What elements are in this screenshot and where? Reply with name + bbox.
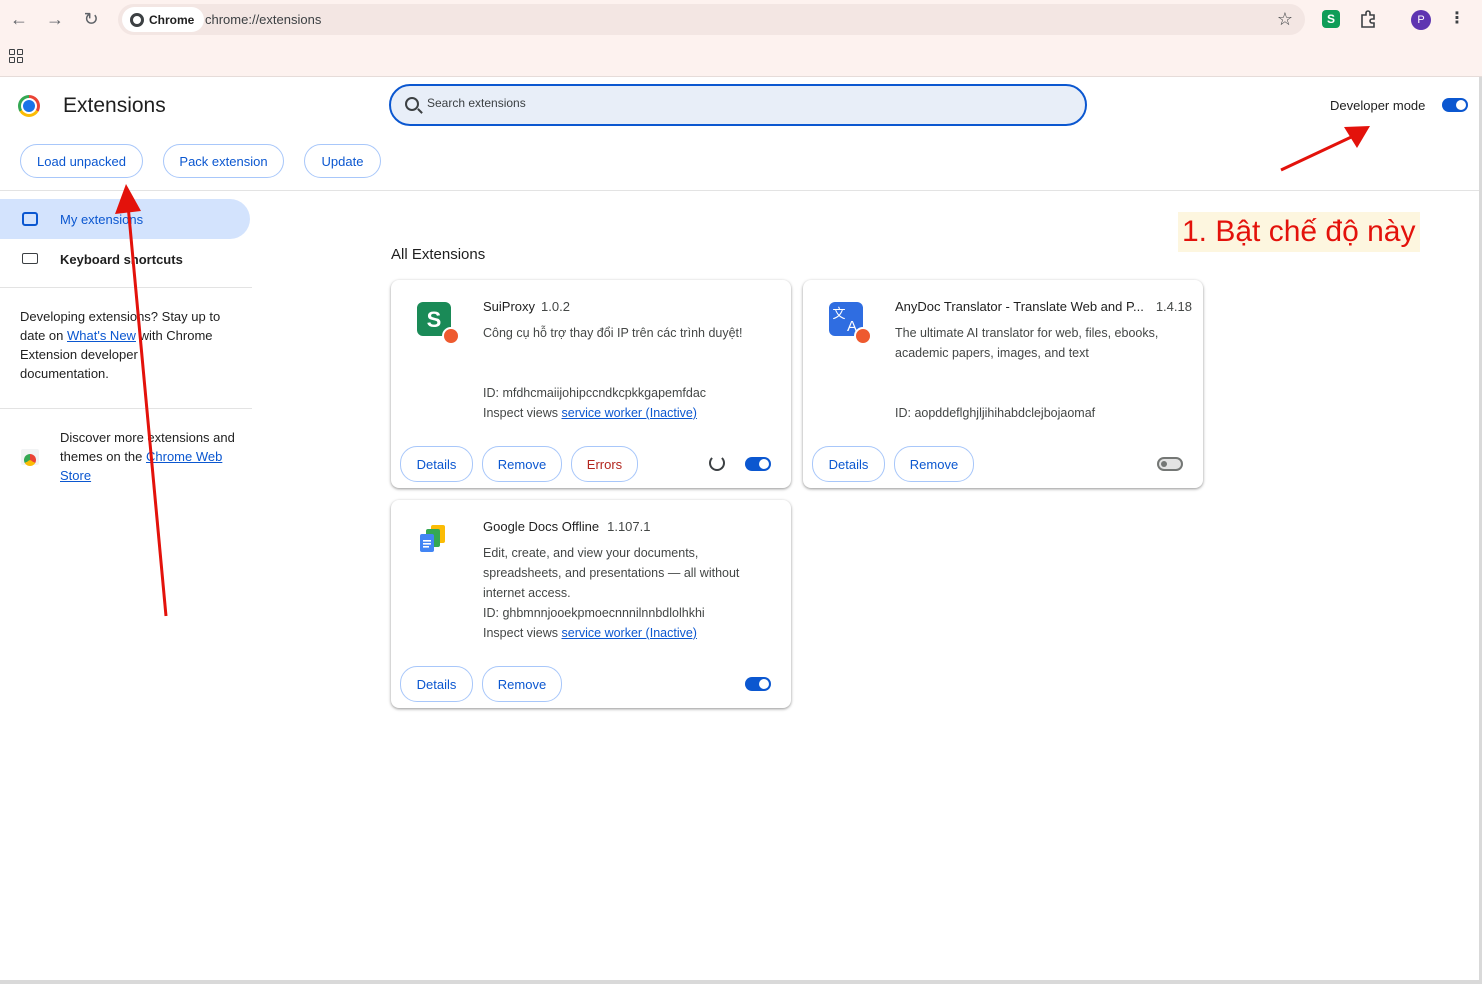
sidebar-item-label: Keyboard shortcuts bbox=[60, 251, 183, 267]
remove-button[interactable]: Remove bbox=[894, 446, 974, 482]
sidebar-item-my-extensions[interactable]: My extensions bbox=[0, 199, 250, 239]
extensions-puzzle-icon[interactable] bbox=[1359, 10, 1377, 28]
search-box[interactable] bbox=[389, 84, 1087, 126]
profile-avatar[interactable]: P bbox=[1411, 10, 1431, 30]
developer-info-text: Developing extensions? Stay up to date o… bbox=[20, 307, 230, 383]
section-title: All Extensions bbox=[391, 246, 486, 263]
browser-toolbar: ← → ↻ Chrome chrome://extensions ☆ S P ⋮ bbox=[0, 0, 1482, 77]
chrome-chip[interactable]: Chrome bbox=[122, 7, 205, 32]
pack-extension-button[interactable]: Pack extension bbox=[163, 144, 284, 178]
pinned-badge-icon bbox=[442, 327, 460, 345]
bookmark-star-icon[interactable]: ☆ bbox=[1277, 9, 1293, 30]
suiproxy-toolbar-icon[interactable]: S bbox=[1322, 10, 1340, 28]
extension-enable-toggle[interactable] bbox=[1157, 457, 1183, 471]
extension-id: ID: mfdhcmaiijohipccndkcpkkgapemfdac bbox=[483, 386, 707, 400]
web-store-icon bbox=[21, 449, 39, 466]
extension-id: ID: aopddeflghjljihihabdclejbojaomaf bbox=[895, 406, 1096, 420]
search-icon bbox=[405, 97, 419, 111]
load-unpacked-button[interactable]: Load unpacked bbox=[20, 144, 143, 178]
developer-mode-label: Developer mode bbox=[1330, 98, 1426, 113]
inspect-views: Inspect views service worker (Inactive) bbox=[483, 406, 697, 420]
pinned-badge-icon bbox=[854, 327, 872, 345]
profile-initial: P bbox=[1417, 14, 1425, 26]
extension-name: SuiProxy 1.0.2 bbox=[483, 299, 570, 314]
extension-description: Công cụ hỗ trợ thay đổi IP trên các trìn… bbox=[483, 326, 743, 340]
puzzle-icon bbox=[22, 212, 38, 226]
forward-icon[interactable]: → bbox=[44, 8, 66, 30]
extension-version: 1.4.18 bbox=[1155, 299, 1192, 314]
back-icon[interactable]: ← bbox=[8, 8, 30, 30]
chrome-icon bbox=[130, 12, 144, 27]
details-button[interactable]: Details bbox=[812, 446, 885, 482]
extension-enable-toggle[interactable] bbox=[745, 457, 771, 471]
keyboard-icon bbox=[22, 253, 38, 264]
sidebar-item-label: My extensions bbox=[60, 211, 144, 227]
extension-card-suiproxy: S SuiProxy 1.0.2 Công cụ hỗ trợ thay đổi … bbox=[391, 280, 791, 488]
inspect-label: Inspect views bbox=[483, 406, 562, 420]
remove-button[interactable]: Remove bbox=[482, 666, 562, 702]
extension-version: 1.0.2 bbox=[541, 299, 570, 314]
arrow-to-developer-mode bbox=[1280, 130, 1363, 172]
extension-description: The ultimate AI translator for web, file… bbox=[895, 326, 1159, 360]
developer-mode-toggle[interactable] bbox=[1442, 98, 1468, 112]
extension-card-anydoc: 文A AnyDoc Translator - Translate Web and… bbox=[803, 280, 1203, 488]
search-input[interactable] bbox=[427, 96, 1027, 110]
remove-button[interactable]: Remove bbox=[482, 446, 562, 482]
sidebar-divider bbox=[0, 408, 252, 409]
extension-name-text: AnyDoc Translator - Translate Web and P.… bbox=[895, 299, 1144, 314]
menu-kebab-icon[interactable]: ⋮ bbox=[1448, 10, 1466, 28]
extension-name: AnyDoc Translator - Translate Web and P.… bbox=[895, 299, 1192, 314]
web-store-text: Discover more extensions and themes on t… bbox=[60, 428, 235, 485]
sidebar-divider bbox=[0, 287, 252, 288]
suiproxy-toolbar-letter: S bbox=[1326, 12, 1335, 26]
extension-version: 1.107.1 bbox=[607, 519, 651, 534]
extension-name: Google Docs Offline 1.107.1 bbox=[483, 519, 650, 534]
google-docs-icon bbox=[417, 522, 451, 556]
details-button[interactable]: Details bbox=[400, 446, 473, 482]
extension-id: ID: ghbmnnjooekpmoecnnnilnnbdlolhkhi bbox=[483, 606, 705, 620]
url-text[interactable]: chrome://extensions bbox=[205, 12, 321, 27]
extension-name-text: Google Docs Offline bbox=[483, 519, 600, 534]
sidebar-item-keyboard-shortcuts[interactable]: Keyboard shortcuts bbox=[0, 239, 250, 279]
inspect-views: Inspect views service worker (Inactive) bbox=[483, 626, 697, 640]
extension-enable-toggle[interactable] bbox=[745, 677, 771, 691]
details-button[interactable]: Details bbox=[400, 666, 473, 702]
whats-new-link[interactable]: What's New bbox=[67, 328, 136, 343]
annotation-label: 1. Bật chế độ này bbox=[1178, 212, 1420, 252]
inspect-label: Inspect views bbox=[483, 626, 562, 640]
window-edge bbox=[0, 980, 1482, 984]
page-title: Extensions bbox=[63, 94, 166, 117]
chip-label: Chrome bbox=[149, 12, 195, 27]
arrowhead-developer-mode bbox=[1344, 126, 1370, 148]
extension-name-text: SuiProxy bbox=[483, 299, 536, 314]
service-worker-link[interactable]: service worker (Inactive) bbox=[562, 626, 697, 640]
extension-card-google-docs-offline: Google Docs Offline 1.107.1 Edit, create,… bbox=[391, 500, 791, 708]
header-divider bbox=[0, 190, 1482, 191]
apps-grid-icon[interactable] bbox=[9, 49, 23, 63]
service-worker-link[interactable]: service worker (Inactive) bbox=[562, 406, 697, 420]
chrome-logo-icon bbox=[18, 95, 40, 117]
reload-icon[interactable]: ↻ bbox=[80, 8, 102, 30]
svg-text:S: S bbox=[427, 307, 442, 332]
address-bar[interactable]: Chrome chrome://extensions ☆ bbox=[118, 4, 1305, 35]
reload-extension-icon[interactable] bbox=[709, 455, 725, 471]
svg-text:文: 文 bbox=[832, 306, 845, 321]
update-button[interactable]: Update bbox=[304, 144, 381, 178]
errors-button[interactable]: Errors bbox=[571, 446, 638, 482]
extension-description: Edit, create, and view your documents, s… bbox=[483, 546, 740, 600]
